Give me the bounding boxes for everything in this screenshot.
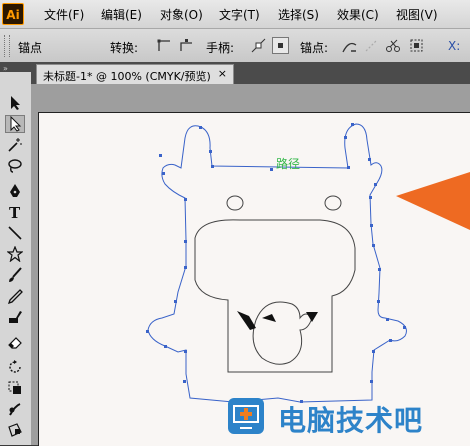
watermark-text: 电脑技术吧 (278, 404, 424, 437)
path-hint-label: 路径 (276, 156, 300, 171)
cow-face[interactable] (194, 195, 356, 373)
pointer-arrow-icon (396, 172, 470, 230)
watermark: 电脑技术吧 (226, 394, 470, 438)
artwork-layer: 路径 (146, 123, 470, 403)
